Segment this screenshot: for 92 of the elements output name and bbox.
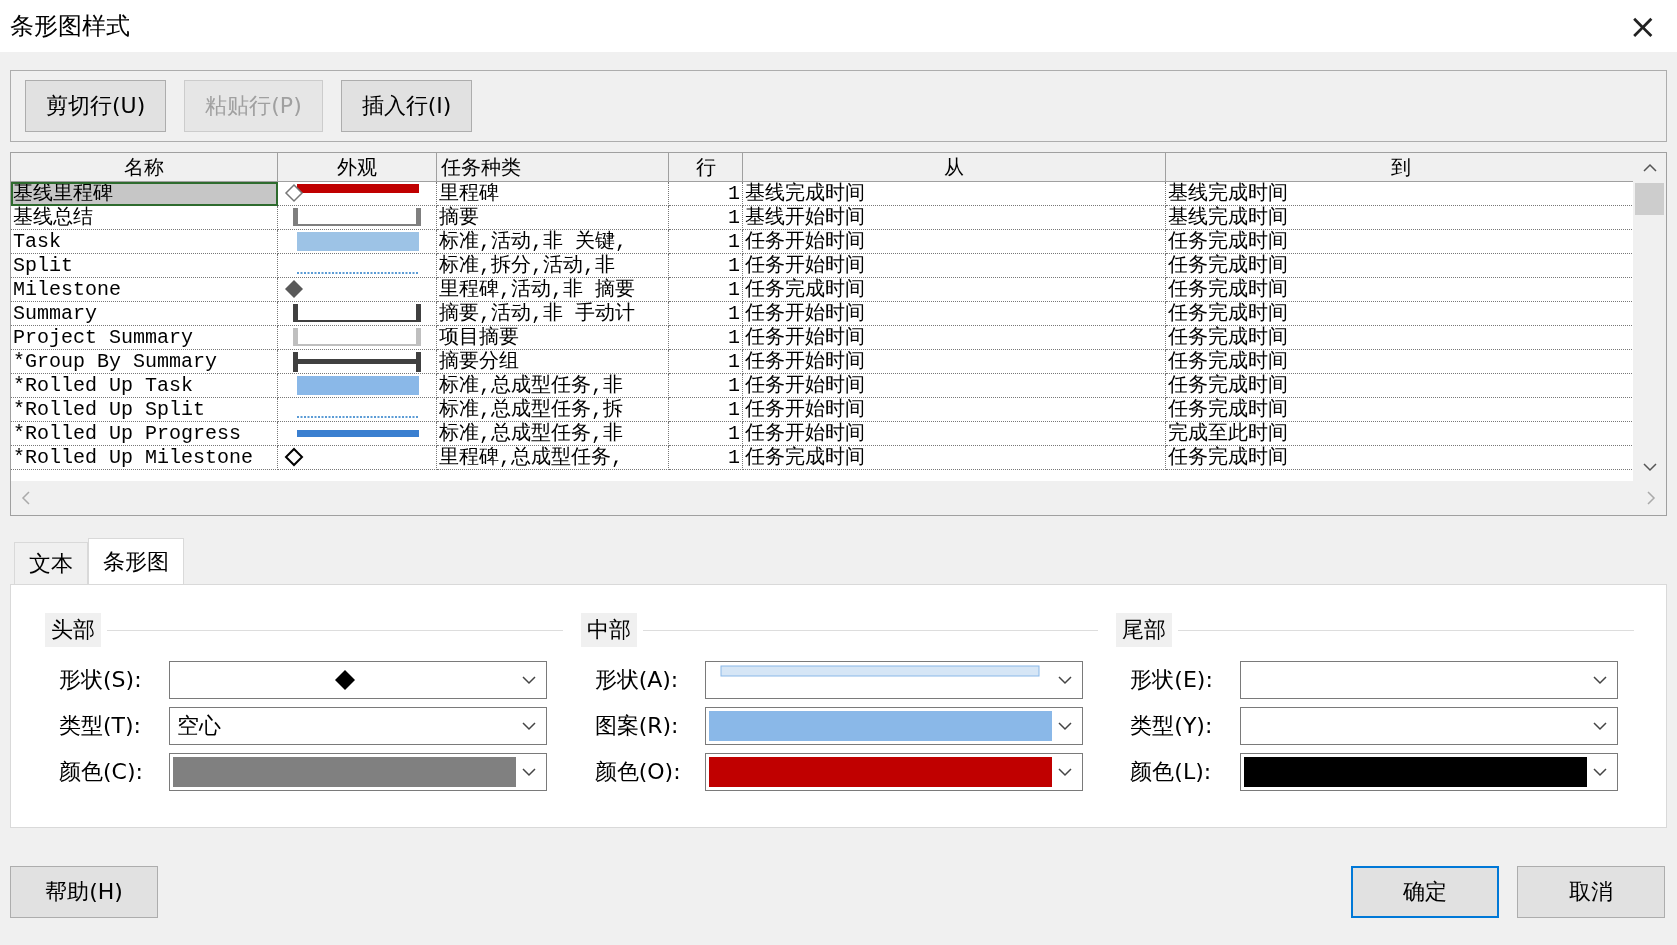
column-header: 到	[1166, 153, 1633, 182]
diamond-icon	[333, 669, 356, 691]
table-cell[interactable]: *Rolled Up Milestone	[11, 446, 278, 470]
ok-button[interactable]: 确定	[1351, 866, 1499, 918]
column-header: 行	[669, 153, 743, 182]
table-cell: 1	[669, 422, 743, 446]
chevron-down-icon	[1057, 721, 1072, 731]
table-cell: 标准,活动,非 关键,	[437, 230, 669, 254]
table-cell: 1	[669, 326, 743, 350]
table-cell[interactable]: *Rolled Up Task	[11, 374, 278, 398]
table-cell: 1	[669, 206, 743, 230]
column-header: 外观	[278, 153, 437, 182]
table-cell: 任务开始时间	[743, 326, 1166, 350]
table-cell: 任务完成时间	[743, 446, 1166, 470]
table-cell: 1	[669, 278, 743, 302]
table-cell: 摘要,活动,非 手动计	[437, 302, 669, 326]
table-cell: 1	[669, 302, 743, 326]
table-cell: 标准,总成型任务,非	[437, 374, 669, 398]
chevron-down-icon	[1057, 767, 1072, 777]
table-cell[interactable]: *Group By Summary	[11, 350, 278, 374]
table-cell: 里程碑	[437, 182, 669, 206]
column-header: 任务种类	[437, 153, 669, 182]
field-label: 形状(E):	[1129, 666, 1214, 694]
table-cell: 任务完成时间	[743, 278, 1166, 302]
table-cell: 任务开始时间	[743, 302, 1166, 326]
help-button[interactable]: 帮助(H)	[10, 866, 158, 918]
table-cell: 里程碑,总成型任务,	[437, 446, 669, 470]
table-cell: 任务开始时间	[743, 254, 1166, 278]
chevron-down-icon	[1593, 675, 1608, 685]
table-cell: 基线开始时间	[743, 206, 1166, 230]
close-button[interactable]: ×	[1622, 9, 1663, 43]
chevron-down-icon	[1593, 767, 1608, 777]
table-cell: 1	[669, 182, 743, 206]
chevron-down-icon	[522, 675, 536, 685]
field-label: 颜色(C):	[58, 758, 144, 786]
column-header: 从	[743, 153, 1166, 182]
scrollbar-thumb[interactable]	[1635, 183, 1664, 215]
toolbar-button[interactable]: 插入行(I)	[340, 80, 473, 132]
field-label: 颜色(O):	[593, 758, 682, 786]
dropdown[interactable]	[1240, 753, 1619, 791]
table-cell[interactable]: 基线里程碑	[11, 182, 278, 206]
window-title: 条形图样式	[10, 11, 130, 42]
dropdown[interactable]: 空心	[169, 707, 547, 745]
table-cell[interactable]: Milestone	[11, 278, 278, 302]
table-cell: 任务开始时间	[743, 350, 1166, 374]
field-label: 类型(Y):	[1129, 712, 1214, 740]
table-cell[interactable]: Project Summary	[11, 326, 278, 350]
table-cell[interactable]: *Rolled Up Progress	[11, 422, 278, 446]
toolbar-button[interactable]: 剪切行(U)	[25, 80, 167, 132]
group-title: 中部	[580, 613, 637, 647]
table-cell: 标准,总成型任务,拆	[437, 398, 669, 422]
group-title: 尾部	[1116, 613, 1173, 647]
chevron-down-icon	[522, 767, 536, 777]
table-cell: 1	[669, 446, 743, 470]
scroll-up-icon[interactable]	[1642, 162, 1657, 172]
group-title: 头部	[45, 613, 101, 647]
table-cell: 标准,拆分,活动,非	[437, 254, 669, 278]
column-header: 名称	[11, 153, 278, 182]
field-label: 图案(R):	[593, 712, 680, 740]
cancel-button[interactable]: 取消	[1517, 866, 1665, 918]
chevron-down-icon	[1593, 721, 1608, 731]
table-cell: 1	[669, 254, 743, 278]
dropdown[interactable]	[704, 753, 1083, 791]
field-label: 形状(S):	[58, 666, 143, 694]
scroll-down-icon[interactable]	[1642, 462, 1657, 472]
table-cell: 标准,总成型任务,非	[437, 422, 669, 446]
chevron-down-icon	[522, 721, 536, 731]
table-cell: 里程碑,活动,非 摘要	[437, 278, 669, 302]
table-cell: 项目摘要	[437, 326, 669, 350]
table-cell: 1	[669, 398, 743, 422]
table-cell: 1	[669, 374, 743, 398]
tab[interactable]: 条形图	[88, 538, 184, 584]
table-cell: 任务开始时间	[743, 230, 1166, 254]
table-cell[interactable]: Split	[11, 254, 278, 278]
chevron-down-icon	[1057, 675, 1072, 685]
table-cell[interactable]: *Rolled Up Split	[11, 398, 278, 422]
table-cell: 基线完成时间	[743, 182, 1166, 206]
field-label: 颜色(L):	[1129, 758, 1213, 786]
thin-bar-icon	[720, 665, 1041, 677]
field-label: 类型(T):	[58, 712, 143, 740]
table-cell: 1	[669, 350, 743, 374]
table-cell: 1	[669, 230, 743, 254]
table-cell[interactable]: Task	[11, 230, 278, 254]
table-cell: 任务开始时间	[743, 398, 1166, 422]
table-cell: 任务开始时间	[743, 374, 1166, 398]
table-cell: 任务开始时间	[743, 422, 1166, 446]
table-cell[interactable]: 基线总结	[11, 206, 278, 230]
table-cell[interactable]: Summary	[11, 302, 278, 326]
table-cell: 摘要	[437, 206, 669, 230]
table-cell: 摘要分组	[437, 350, 669, 374]
field-label: 形状(A):	[593, 666, 680, 694]
tab[interactable]: 文本	[14, 542, 88, 584]
